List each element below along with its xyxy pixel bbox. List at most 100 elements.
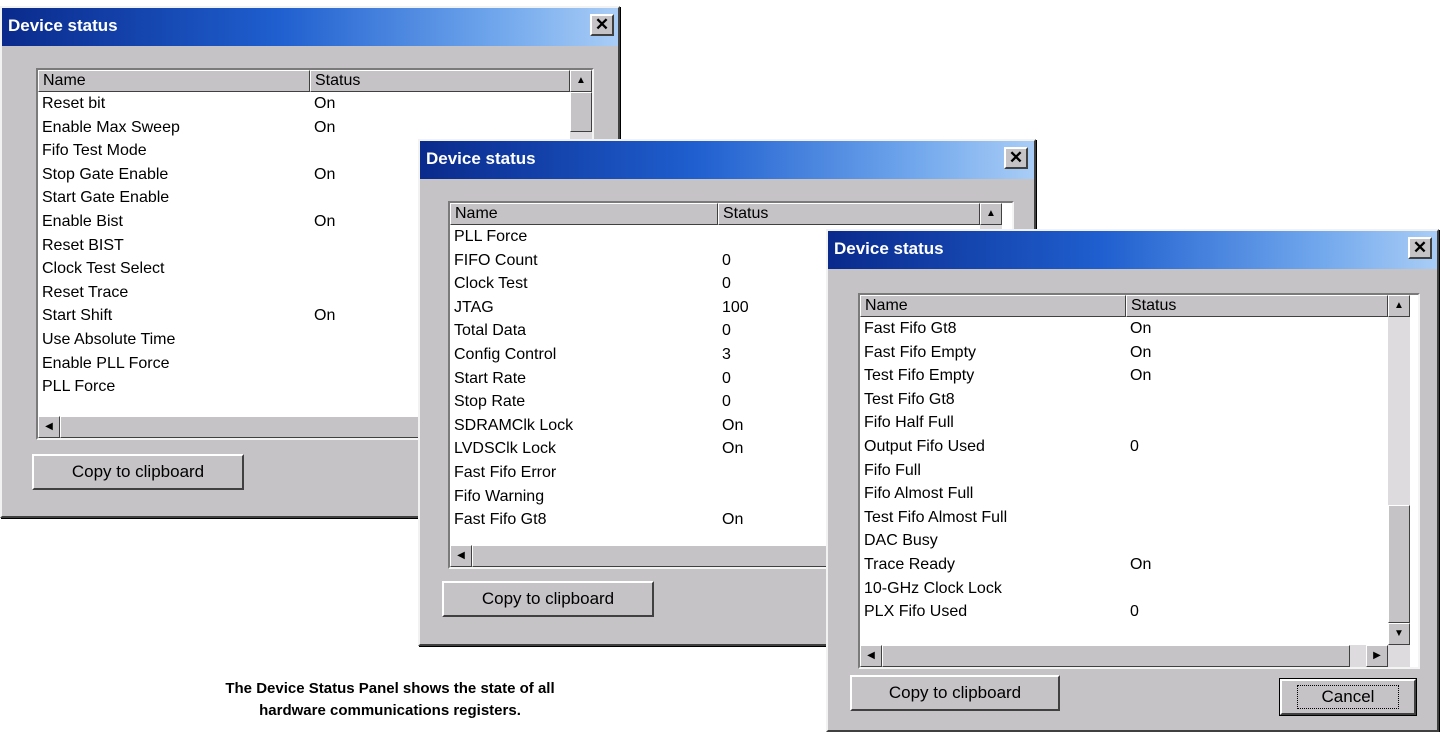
list-rows: Fast Fifo Gt8 On Fast Fifo Empty On Test Fif… (860, 317, 1388, 624)
register-status: On (722, 416, 744, 434)
list-item[interactable]: Trace Ready On (860, 553, 1388, 577)
register-name: DAC Busy (864, 532, 938, 550)
list-item[interactable]: Enable Max Sweep On (38, 116, 570, 140)
register-name: Trace Ready (864, 555, 955, 573)
scroll-thumb[interactable] (1388, 505, 1410, 623)
close-icon[interactable]: ✕ (1004, 147, 1028, 169)
list-item[interactable]: Test Fifo Empty On (860, 364, 1388, 388)
register-name: Fifo Full (864, 461, 921, 479)
register-name: Config Control (454, 345, 557, 363)
cancel-button-label: Cancel (1296, 685, 1400, 709)
title-bar[interactable]: Device status ✕ (2, 8, 618, 46)
register-status: 0 (722, 393, 731, 411)
scroll-up-icon[interactable]: ▲ (570, 70, 592, 92)
scroll-left-icon[interactable]: ◀ (450, 545, 472, 567)
title-bar[interactable]: Device status ✕ (420, 141, 1034, 179)
scroll-thumb-horizontal[interactable] (882, 645, 1350, 667)
dialog-title: Device status (8, 16, 118, 35)
list-item[interactable]: Reset bit On (38, 92, 570, 116)
close-icon[interactable]: ✕ (1408, 237, 1432, 259)
register-name: Start Gate Enable (42, 189, 170, 207)
scroll-left-icon[interactable]: ◀ (860, 645, 882, 667)
register-status: On (314, 212, 336, 230)
list-item[interactable]: Fifo Almost Full (860, 482, 1388, 506)
list-item[interactable]: 10-GHz Clock Lock (860, 577, 1388, 601)
close-icon[interactable]: ✕ (590, 14, 614, 36)
register-status: On (314, 95, 336, 112)
register-status: 0 (1130, 437, 1139, 455)
list-item[interactable]: Test Fifo Gt8 (860, 388, 1388, 412)
scroll-up-icon[interactable]: ▲ (980, 203, 1002, 225)
cancel-button[interactable]: Cancel (1279, 678, 1417, 716)
register-name: Output Fifo Used (864, 437, 985, 455)
horizontal-scrollbar[interactable]: ◀ ▶ (860, 645, 1410, 667)
figure-caption: The Device Status Panel shows the state … (200, 678, 580, 722)
register-name: Fifo Half Full (864, 414, 954, 432)
register-status: On (1130, 320, 1152, 337)
register-name: Enable PLL Force (42, 354, 170, 372)
register-status: 0 (722, 251, 731, 269)
register-name: Stop Gate Enable (42, 165, 169, 183)
register-name: Fifo Warning (454, 487, 545, 505)
list-item[interactable]: PLX Fifo Used 0 (860, 600, 1388, 624)
register-status: On (314, 118, 336, 136)
register-status: On (1130, 367, 1152, 385)
column-header-name[interactable]: Name (450, 203, 718, 225)
register-name: Total Data (454, 322, 527, 340)
register-name: Fast Fifo Gt8 (454, 511, 547, 529)
register-name: Test Fifo Empty (864, 367, 975, 385)
register-name: PLX Fifo Used (864, 603, 968, 621)
register-name: Fifo Test Mode (42, 142, 147, 160)
scroll-right-icon[interactable]: ▶ (1366, 645, 1388, 667)
register-status: 100 (722, 298, 749, 316)
register-name: Reset BIST (42, 236, 124, 254)
register-status: 0 (1130, 603, 1139, 621)
list-item[interactable]: Fifo Half Full (860, 411, 1388, 435)
status-list[interactable]: Name Status Fast Fifo Gt8 On Fast Fifo Emp… (858, 293, 1420, 669)
copy-to-clipboard-button[interactable]: Copy to clipboard (442, 581, 654, 617)
register-status: On (1130, 343, 1152, 361)
register-name: JTAG (454, 298, 494, 316)
list-item[interactable]: Output Fifo Used 0 (860, 435, 1388, 459)
list-item[interactable]: Fast Fifo Empty On (860, 341, 1388, 365)
register-status: 0 (722, 275, 731, 293)
column-header-name[interactable]: Name (860, 295, 1126, 317)
register-status: On (722, 440, 744, 458)
dialog-title: Device status (834, 239, 944, 258)
device-status-dialog-3: Device status ✕ Name Status Fast Fifo Gt… (826, 229, 1439, 732)
scroll-down-icon[interactable]: ▼ (1388, 623, 1410, 645)
dialog-title: Device status (426, 149, 536, 168)
register-name: Fifo Almost Full (864, 485, 974, 503)
copy-to-clipboard-button[interactable]: Copy to clipboard (850, 675, 1060, 711)
list-item[interactable]: Fifo Full (860, 459, 1388, 483)
vertical-scrollbar[interactable]: ▲ ▼ (1388, 295, 1410, 645)
column-header-name[interactable]: Name (38, 70, 310, 92)
register-name: Stop Rate (454, 393, 526, 411)
copy-to-clipboard-button[interactable]: Copy to clipboard (32, 454, 244, 490)
register-status: On (1130, 555, 1152, 573)
register-name: Start Shift (42, 307, 113, 325)
scroll-thumb[interactable] (570, 92, 592, 132)
column-header-status[interactable]: Status (1126, 295, 1388, 317)
scroll-left-icon[interactable]: ◀ (38, 416, 60, 438)
register-name: Fast Fifo Gt8 (864, 320, 957, 337)
register-name: Start Rate (454, 369, 527, 387)
register-status: 0 (722, 369, 731, 387)
register-name: Use Absolute Time (42, 330, 176, 348)
register-status: On (314, 307, 336, 325)
list-item[interactable]: Test Fifo Almost Full (860, 506, 1388, 530)
register-name: Test Fifo Almost Full (864, 508, 1008, 526)
register-name: SDRAMClk Lock (454, 416, 574, 434)
register-name: Clock Test Select (42, 260, 165, 278)
register-name: Enable Bist (42, 212, 123, 230)
scroll-up-icon[interactable]: ▲ (1388, 295, 1410, 317)
list-item[interactable]: DAC Busy (860, 529, 1388, 553)
column-header-status[interactable]: Status (310, 70, 570, 92)
register-status: On (722, 511, 744, 529)
register-name: LVDSClk Lock (454, 440, 556, 458)
register-status: On (314, 165, 336, 183)
title-bar[interactable]: Device status ✕ (828, 231, 1437, 269)
list-item[interactable]: Fast Fifo Gt8 On (860, 317, 1388, 341)
register-name: Enable Max Sweep (42, 118, 180, 136)
column-header-status[interactable]: Status (718, 203, 980, 225)
